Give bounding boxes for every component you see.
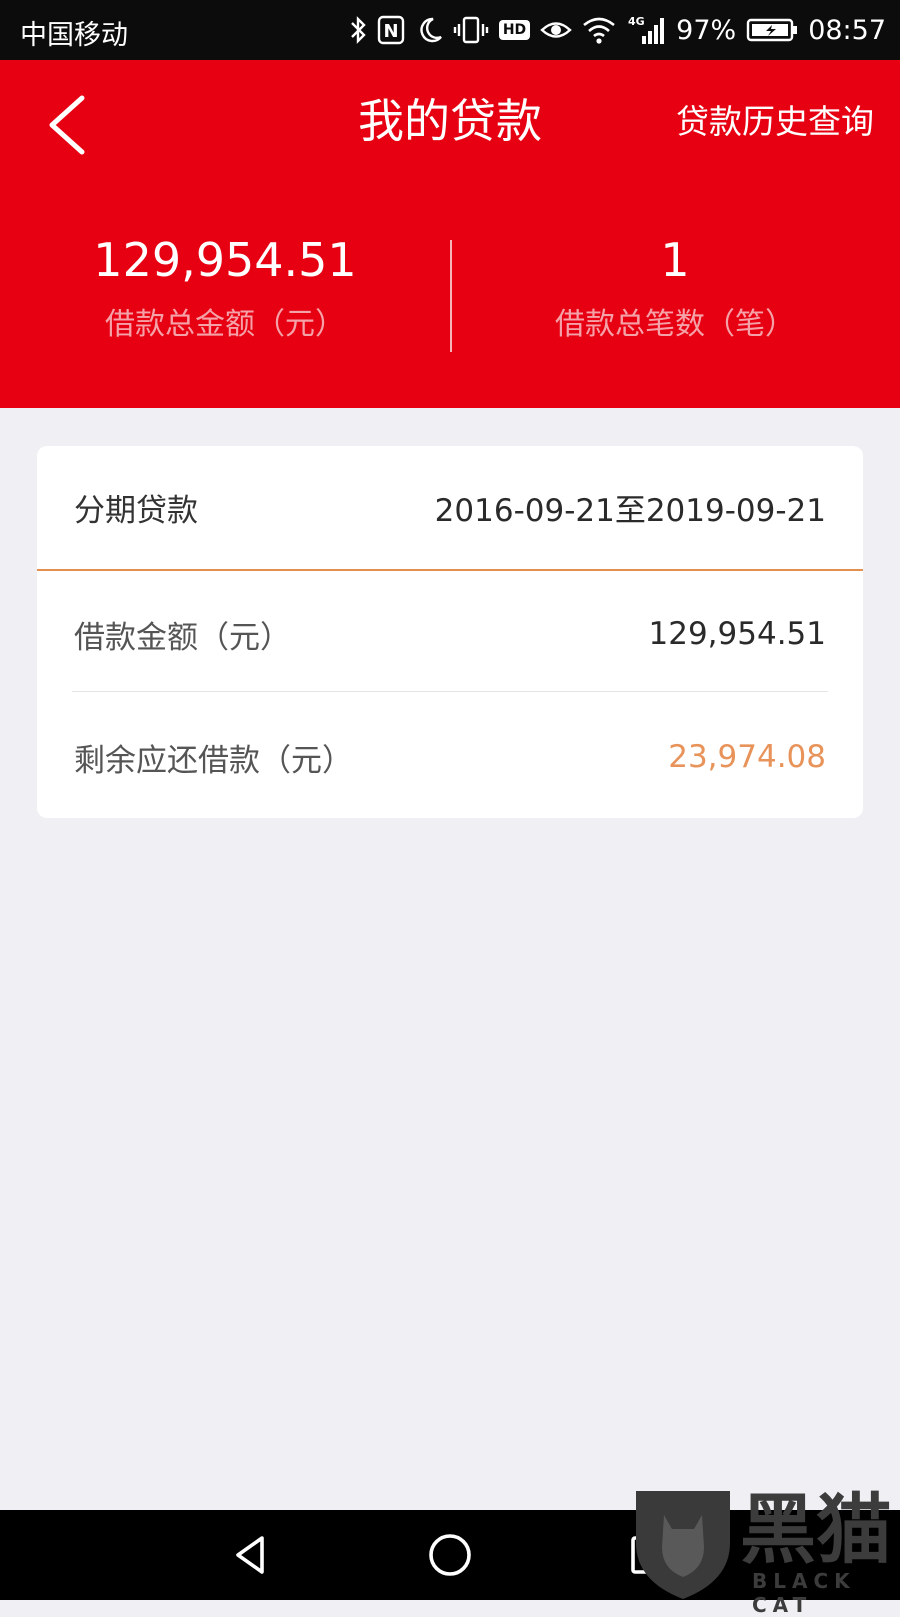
black-cat-shield-logo <box>636 1491 730 1599</box>
nav-home-button[interactable] <box>425 1530 475 1580</box>
signal-icon: 4G <box>626 14 666 46</box>
status-icons: N HD 4G 97% 08:57 <box>349 10 886 50</box>
hd-badge: HD <box>498 20 531 40</box>
circle-home-icon <box>429 1534 471 1576</box>
bluetooth-icon <box>349 15 367 45</box>
battery-icon <box>746 17 798 43</box>
total-amount-value: 129,954.51 <box>93 233 357 287</box>
total-amount-label: 借款总金额（元） <box>105 307 345 342</box>
row-divider <box>72 691 828 692</box>
total-amount-stat: 129,954.51 借款总金额（元） <box>0 230 450 348</box>
moon-icon <box>415 15 443 45</box>
nfc-label: N <box>383 21 398 42</box>
eye-comfort-icon <box>540 15 572 45</box>
loan-amount-label: 借款金额（元） <box>74 619 291 656</box>
loan-period: 2016-09-21至2019-09-21 <box>434 492 826 529</box>
nav-back-button[interactable] <box>226 1530 276 1580</box>
remaining-row: 剩余应还借款（元） 23,974.08 <box>74 696 826 818</box>
carrier-name: 中国移动 <box>20 20 128 51</box>
clock: 08:57 <box>808 14 886 46</box>
loan-card[interactable]: 分期贷款 2016-09-21至2019-09-21 借款金额（元） 129,9… <box>37 446 863 818</box>
triangle-back-icon <box>236 1536 264 1574</box>
loan-amount-value: 129,954.51 <box>648 616 827 652</box>
nfc-icon: N <box>377 15 405 45</box>
vibrate-icon <box>453 15 489 45</box>
status-bar: 中国移动 N HD 4G 97% 08:57 <box>0 0 900 60</box>
wifi-icon <box>582 15 616 45</box>
battery-percent: 97% <box>676 14 737 46</box>
watermark: 黑猫 BLACK CAT <box>628 1485 900 1617</box>
loan-card-header: 分期贷款 2016-09-21至2019-09-21 <box>74 446 826 568</box>
card-header-divider <box>37 569 863 571</box>
loan-amount-row: 借款金额（元） 129,954.51 <box>74 573 826 695</box>
remaining-label: 剩余应还借款（元） <box>74 742 353 779</box>
total-count-stat: 1 借款总笔数（笔） <box>450 230 900 348</box>
remaining-value: 23,974.08 <box>668 739 826 775</box>
total-count-value: 1 <box>660 233 690 287</box>
watermark-subtext: BLACK CAT <box>752 1569 856 1617</box>
watermark-text: 黑猫 <box>740 1485 892 1574</box>
total-count-label: 借款总笔数（笔） <box>555 307 795 342</box>
loan-history-link[interactable]: 贷款历史查询 <box>676 98 874 146</box>
network-type: 4G <box>628 15 645 28</box>
loan-type: 分期贷款 <box>74 492 198 529</box>
header: 我的贷款 贷款历史查询 129,954.51 借款总金额（元） 1 借款总笔数（… <box>0 60 900 408</box>
